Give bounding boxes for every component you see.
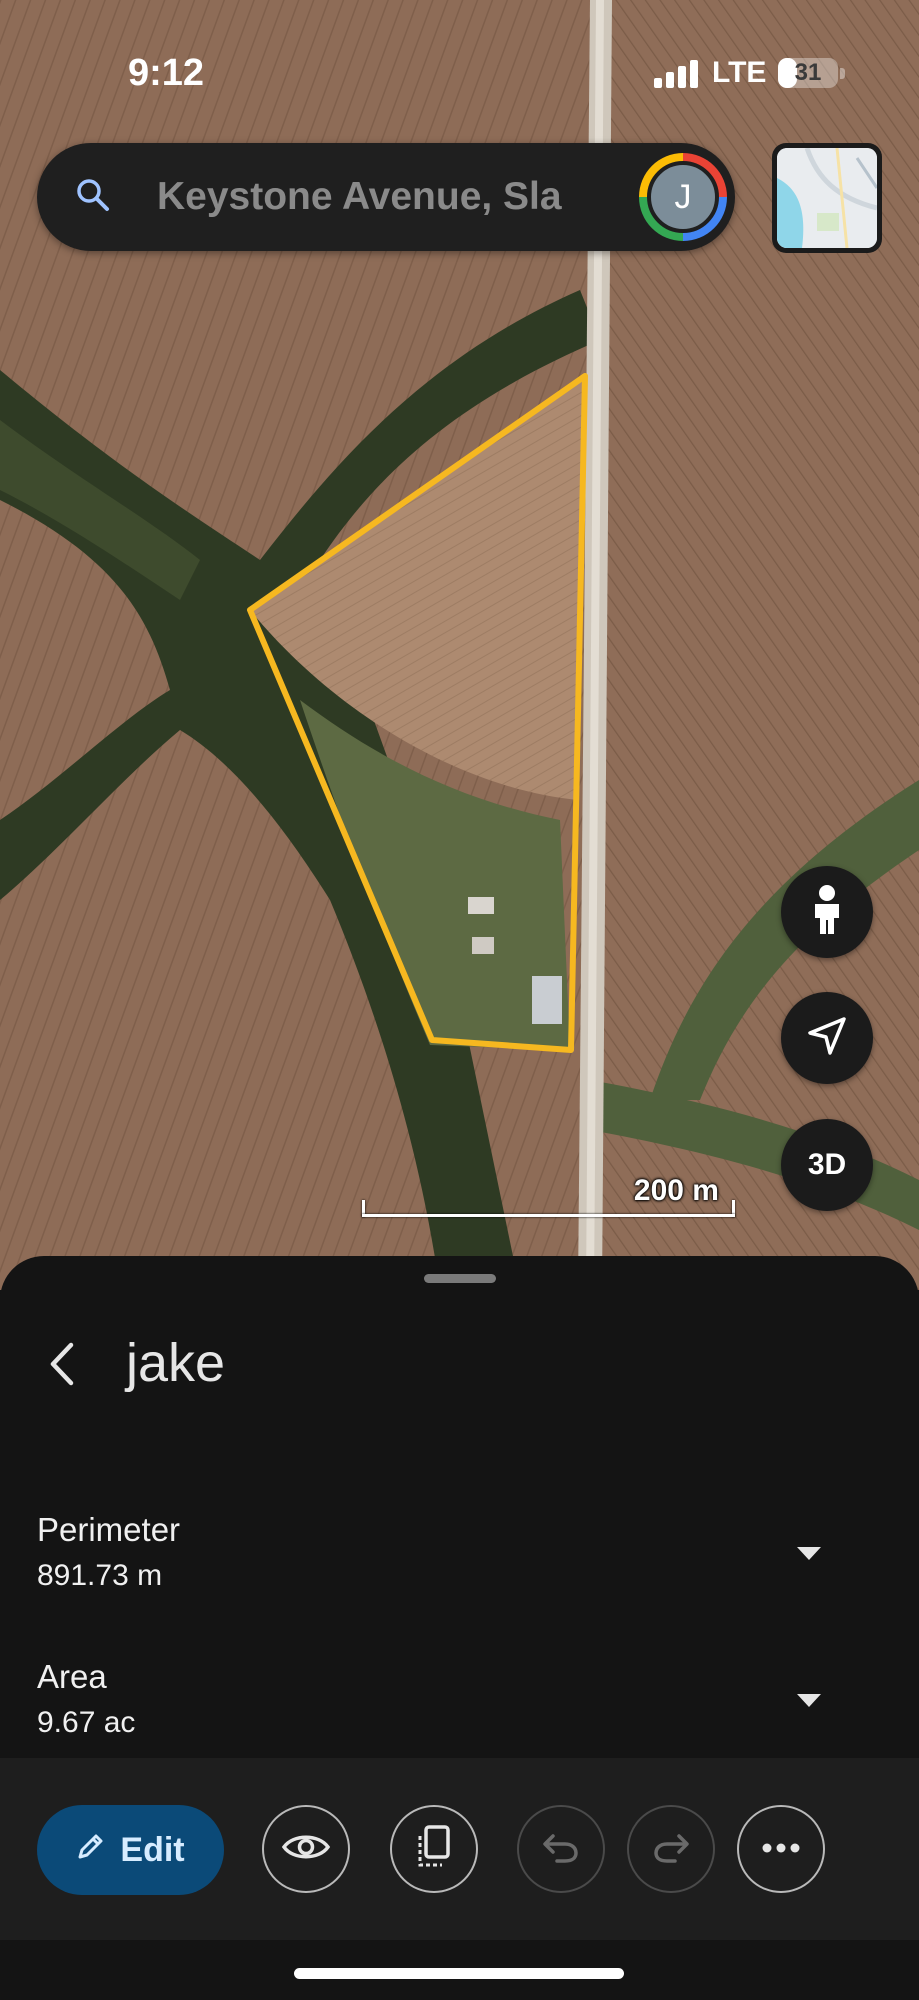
redo-button[interactable] — [627, 1805, 715, 1893]
area-unit-dropdown-icon[interactable] — [797, 1694, 821, 1707]
eye-icon — [281, 1830, 331, 1869]
undo-button[interactable] — [517, 1805, 605, 1893]
area-row[interactable]: Area 9.67 ac — [37, 1658, 857, 1768]
perimeter-label: Perimeter — [37, 1511, 181, 1548]
bottom-toolbar: Edit — [0, 1758, 919, 1940]
back-button[interactable] — [30, 1334, 94, 1398]
3d-label: 3D — [807, 1148, 847, 1181]
signal-bars-icon — [654, 60, 700, 93]
navigation-arrow-icon — [806, 1015, 848, 1062]
battery-level: 31 — [794, 59, 822, 86]
undo-icon — [541, 1830, 581, 1869]
duplicate-button[interactable] — [390, 1805, 478, 1893]
3d-toggle-button[interactable]: 3D — [781, 1119, 873, 1211]
search-input[interactable] — [155, 171, 659, 223]
perimeter-unit-dropdown-icon[interactable] — [797, 1547, 821, 1560]
perimeter-value: 891.73 m — [37, 1559, 163, 1592]
avatar: J — [647, 161, 719, 233]
more-options-button[interactable] — [737, 1805, 825, 1893]
more-icon — [761, 1840, 801, 1858]
search-bar[interactable]: J — [37, 143, 735, 251]
search-icon — [75, 177, 111, 218]
network-type: LTE — [712, 56, 767, 89]
edit-button[interactable]: Edit — [37, 1805, 224, 1895]
map-scale: 200 m — [362, 1170, 735, 1220]
chevron-left-icon — [47, 1341, 77, 1392]
status-bar: 9:12 LTE 31 — [0, 0, 919, 140]
page-title: jake — [126, 1333, 226, 1393]
perimeter-row[interactable]: Perimeter 891.73 m — [37, 1511, 857, 1621]
scale-label: 200 m — [633, 1174, 719, 1207]
visibility-button[interactable] — [262, 1805, 350, 1893]
map-layer-icon — [777, 148, 877, 248]
map-layers-button[interactable] — [772, 143, 882, 253]
area-value: 9.67 ac — [37, 1706, 136, 1739]
battery-icon: 31 — [778, 58, 838, 88]
area-label: Area — [37, 1658, 107, 1695]
redo-icon — [651, 1830, 691, 1869]
street-view-icon — [809, 884, 845, 941]
status-time: 9:12 — [128, 52, 205, 94]
home-indicator[interactable] — [294, 1968, 624, 1979]
copy-icon — [414, 1824, 454, 1875]
edit-label: Edit — [120, 1830, 185, 1869]
my-location-button[interactable] — [781, 992, 873, 1084]
sheet-drag-handle[interactable] — [424, 1274, 496, 1283]
street-view-button[interactable] — [781, 866, 873, 958]
account-button[interactable]: J — [639, 153, 727, 241]
pencil-icon — [76, 1831, 106, 1870]
